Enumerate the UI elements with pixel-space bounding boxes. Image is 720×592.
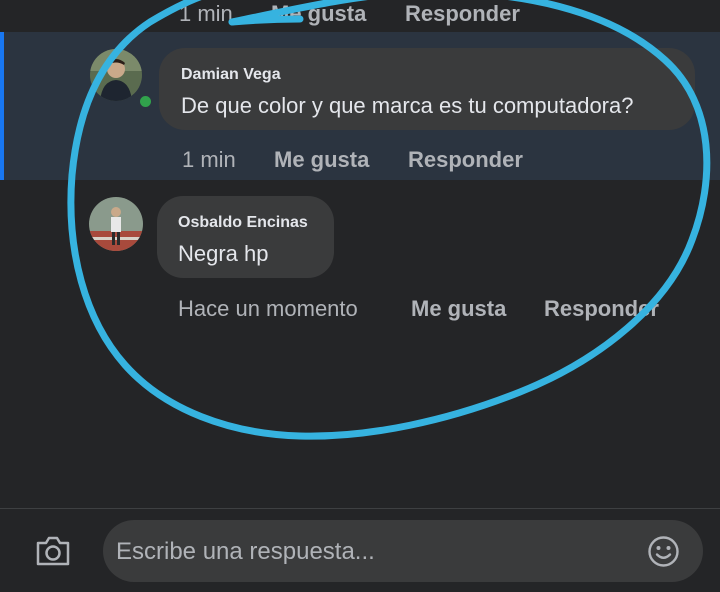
reply-input-placeholder: Escribe una respuesta... [116,538,375,565]
emoji-icon[interactable] [647,535,680,568]
reply-input[interactable]: Escribe una respuesta... [103,520,703,582]
annotation-circle [67,0,711,440]
camera-icon[interactable] [34,534,72,568]
composer-divider [0,508,720,509]
